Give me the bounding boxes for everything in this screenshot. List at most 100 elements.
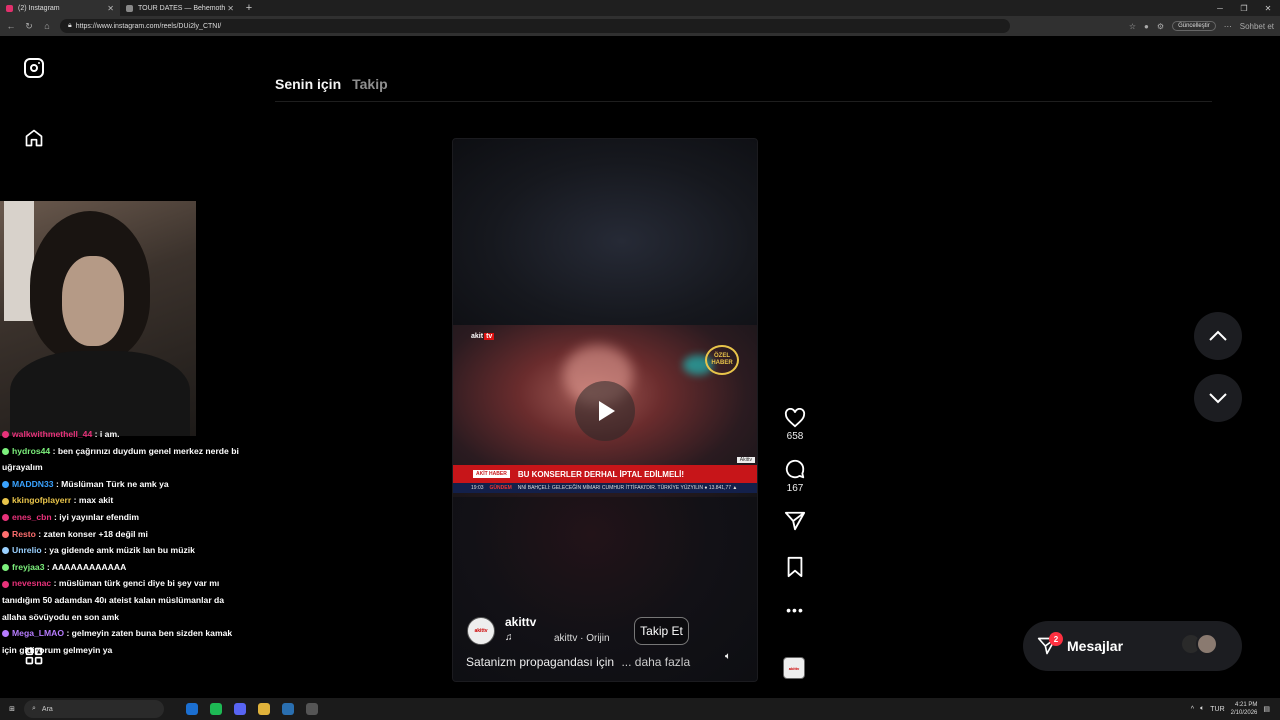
chat-username[interactable]: MADDN33	[12, 479, 54, 489]
instagram-logo-icon[interactable]	[24, 58, 44, 78]
new-tab-button[interactable]: +	[240, 0, 258, 16]
play-icon[interactable]	[575, 381, 635, 441]
extension-icon[interactable]: ●	[1144, 22, 1149, 31]
chevron-up-icon	[1209, 330, 1227, 341]
update-button[interactable]: Güncelleştir	[1172, 21, 1216, 31]
ticker-label: GÜNDEM	[489, 485, 512, 491]
chat-username[interactable]: kkingofplayerr	[12, 495, 71, 505]
avatar[interactable]: akittv	[467, 617, 495, 645]
music-note-icon: ♫	[505, 632, 513, 643]
chat-username[interactable]: freyjaa3	[12, 562, 45, 572]
tab-instagram[interactable]: (2) Instagram ✕	[0, 0, 120, 16]
browser-tab-bar: (2) Instagram ✕ TOUR DATES — Behemoth ✕ …	[0, 0, 1280, 16]
home-browser-icon[interactable]: ⌂	[42, 21, 52, 31]
share-action[interactable]	[784, 510, 806, 532]
bookmark-icon[interactable]	[785, 556, 805, 578]
like-action[interactable]: 658	[784, 408, 806, 442]
ticker-time: 19:03	[471, 485, 484, 491]
steam-icon[interactable]	[282, 703, 294, 715]
chat-username[interactable]: Mega_LMAO	[12, 628, 64, 638]
tab-for-you[interactable]: Senin için	[275, 76, 341, 92]
like-count: 658	[786, 431, 804, 442]
author-name[interactable]: akittv	[505, 615, 536, 629]
windows-start-icon[interactable]: ⊞	[0, 705, 24, 713]
system-tray: ^ 🔈︎ TUR 4:21 PM 2/10/2026 ▤	[1191, 701, 1280, 717]
chat-message: MADDN33 : Müslüman Türk ne amk ya	[2, 476, 247, 493]
tab-behemoth[interactable]: TOUR DATES — Behemoth ✕	[120, 0, 240, 16]
chat-message: enes_cbn : iyi yayınlar efendim	[2, 509, 247, 526]
channel-logo-tv: tv	[484, 333, 495, 340]
follow-button[interactable]: Takip Et	[634, 617, 689, 645]
audio-label[interactable]: akittv · Orijin	[554, 633, 610, 644]
menu-icon[interactable]: ⋯	[1224, 22, 1232, 31]
chat-username[interactable]: walkwithmethell_44	[12, 429, 92, 439]
next-reel-button[interactable]	[1194, 374, 1242, 422]
more-options-icon[interactable]: •••	[786, 602, 804, 618]
reload-icon[interactable]: ↻	[24, 21, 34, 32]
discord-icon[interactable]	[234, 703, 246, 715]
chevron-up-icon[interactable]: ^	[1191, 706, 1194, 713]
chat-badge-icon	[2, 547, 9, 555]
reel-video[interactable]: akit tv ÖZEL HABER Akittv AKİT HABER BU K…	[453, 325, 757, 497]
close-window-icon[interactable]: ✕	[1256, 0, 1280, 16]
ticker-text: NNİ BAHÇELİ: GELECEĞİN MİMARI CUMHUR İTT…	[517, 485, 738, 491]
spotify-icon[interactable]	[210, 703, 222, 715]
chat-text: : Müslüman Türk ne amk ya	[55, 478, 169, 489]
sound-icon[interactable]: 🔈︎	[725, 651, 731, 662]
close-tab-icon[interactable]: ✕	[107, 4, 114, 13]
favorite-icon[interactable]: ☆	[1129, 22, 1136, 31]
minimize-icon[interactable]: ─	[1208, 0, 1232, 16]
chevron-down-icon	[1209, 393, 1227, 404]
reel-player[interactable]: akit tv ÖZEL HABER Akittv AKİT HABER BU K…	[452, 138, 758, 682]
taskbar-search[interactable]: ⌕ Ara	[24, 700, 164, 718]
chat-username[interactable]: nevesnac	[12, 578, 51, 588]
tab-label: (2) Instagram	[18, 4, 60, 12]
avatar	[1196, 633, 1218, 655]
clock[interactable]: 4:21 PM 2/10/2026	[1231, 701, 1258, 717]
more-link[interactable]: ... daha fazla	[621, 655, 690, 669]
chat-username[interactable]: enes_cbn	[12, 512, 52, 522]
send-icon[interactable]	[784, 510, 806, 532]
url-field[interactable]: 🔒︎ https://www.instagram.com/reels/DUi2l…	[60, 19, 1010, 33]
author-avatar-wrap[interactable]: akittv	[467, 617, 495, 645]
language-indicator[interactable]: TUR	[1210, 706, 1224, 713]
chat-badge-icon	[2, 481, 9, 489]
tab-label: TOUR DATES — Behemoth	[138, 4, 226, 12]
messages-badge: 2	[1049, 632, 1063, 646]
instagram-page: Senin için Takip akit tv ÖZEL HABER Akitt…	[0, 36, 1280, 698]
more-menu-icon[interactable]	[24, 646, 44, 666]
chat-username[interactable]: Resto	[12, 529, 36, 539]
chat-username[interactable]: Unrelio	[12, 545, 42, 555]
collections-icon[interactable]: ⚙	[1157, 22, 1164, 31]
comment-action[interactable]: 167	[784, 458, 806, 494]
caption: Satanizm propagandası için ... daha fazl…	[466, 655, 690, 669]
obs-icon[interactable]	[306, 703, 318, 715]
chat-label[interactable]: Sohbet et	[1240, 22, 1274, 31]
edge-icon[interactable]	[186, 703, 198, 715]
folder-icon[interactable]	[258, 703, 270, 715]
tab-following[interactable]: Takip	[352, 76, 388, 92]
webcam-overlay	[0, 201, 196, 436]
comment-icon[interactable]	[784, 458, 806, 480]
back-icon[interactable]: ←	[6, 21, 16, 31]
close-tab-icon[interactable]: ✕	[227, 4, 234, 13]
save-action[interactable]	[785, 556, 805, 578]
headline-tag: AKİT HABER	[473, 470, 510, 478]
url-text: https://www.instagram.com/reels/DUi2ly_C…	[75, 22, 222, 30]
news-ticker: 19:03 GÜNDEM NNİ BAHÇELİ: GELECEĞİN MİMA…	[453, 483, 757, 493]
maximize-icon[interactable]: ❐	[1232, 0, 1256, 16]
chat-username[interactable]: hydros44	[12, 446, 50, 456]
previous-reel-button[interactable]	[1194, 312, 1242, 360]
search-icon: ⌕	[32, 705, 36, 712]
speaker-icon[interactable]: 🔈︎	[1200, 705, 1204, 713]
audio-thumbnail[interactable]: akittv	[783, 657, 805, 679]
home-icon[interactable]	[24, 128, 44, 148]
notification-icon[interactable]: ▤	[1263, 705, 1270, 713]
heart-icon[interactable]	[784, 408, 806, 428]
clock-date: 2/10/2026	[1230, 710, 1258, 716]
search-label: Ara	[41, 705, 53, 713]
chat-badge-icon	[2, 497, 9, 505]
chat-text: : AAAAAAAAAAAA	[46, 561, 127, 572]
chat-message: nevesnac : müslüman türk genci diye bi ş…	[2, 575, 247, 625]
chat-text: : i am.	[94, 429, 120, 439]
